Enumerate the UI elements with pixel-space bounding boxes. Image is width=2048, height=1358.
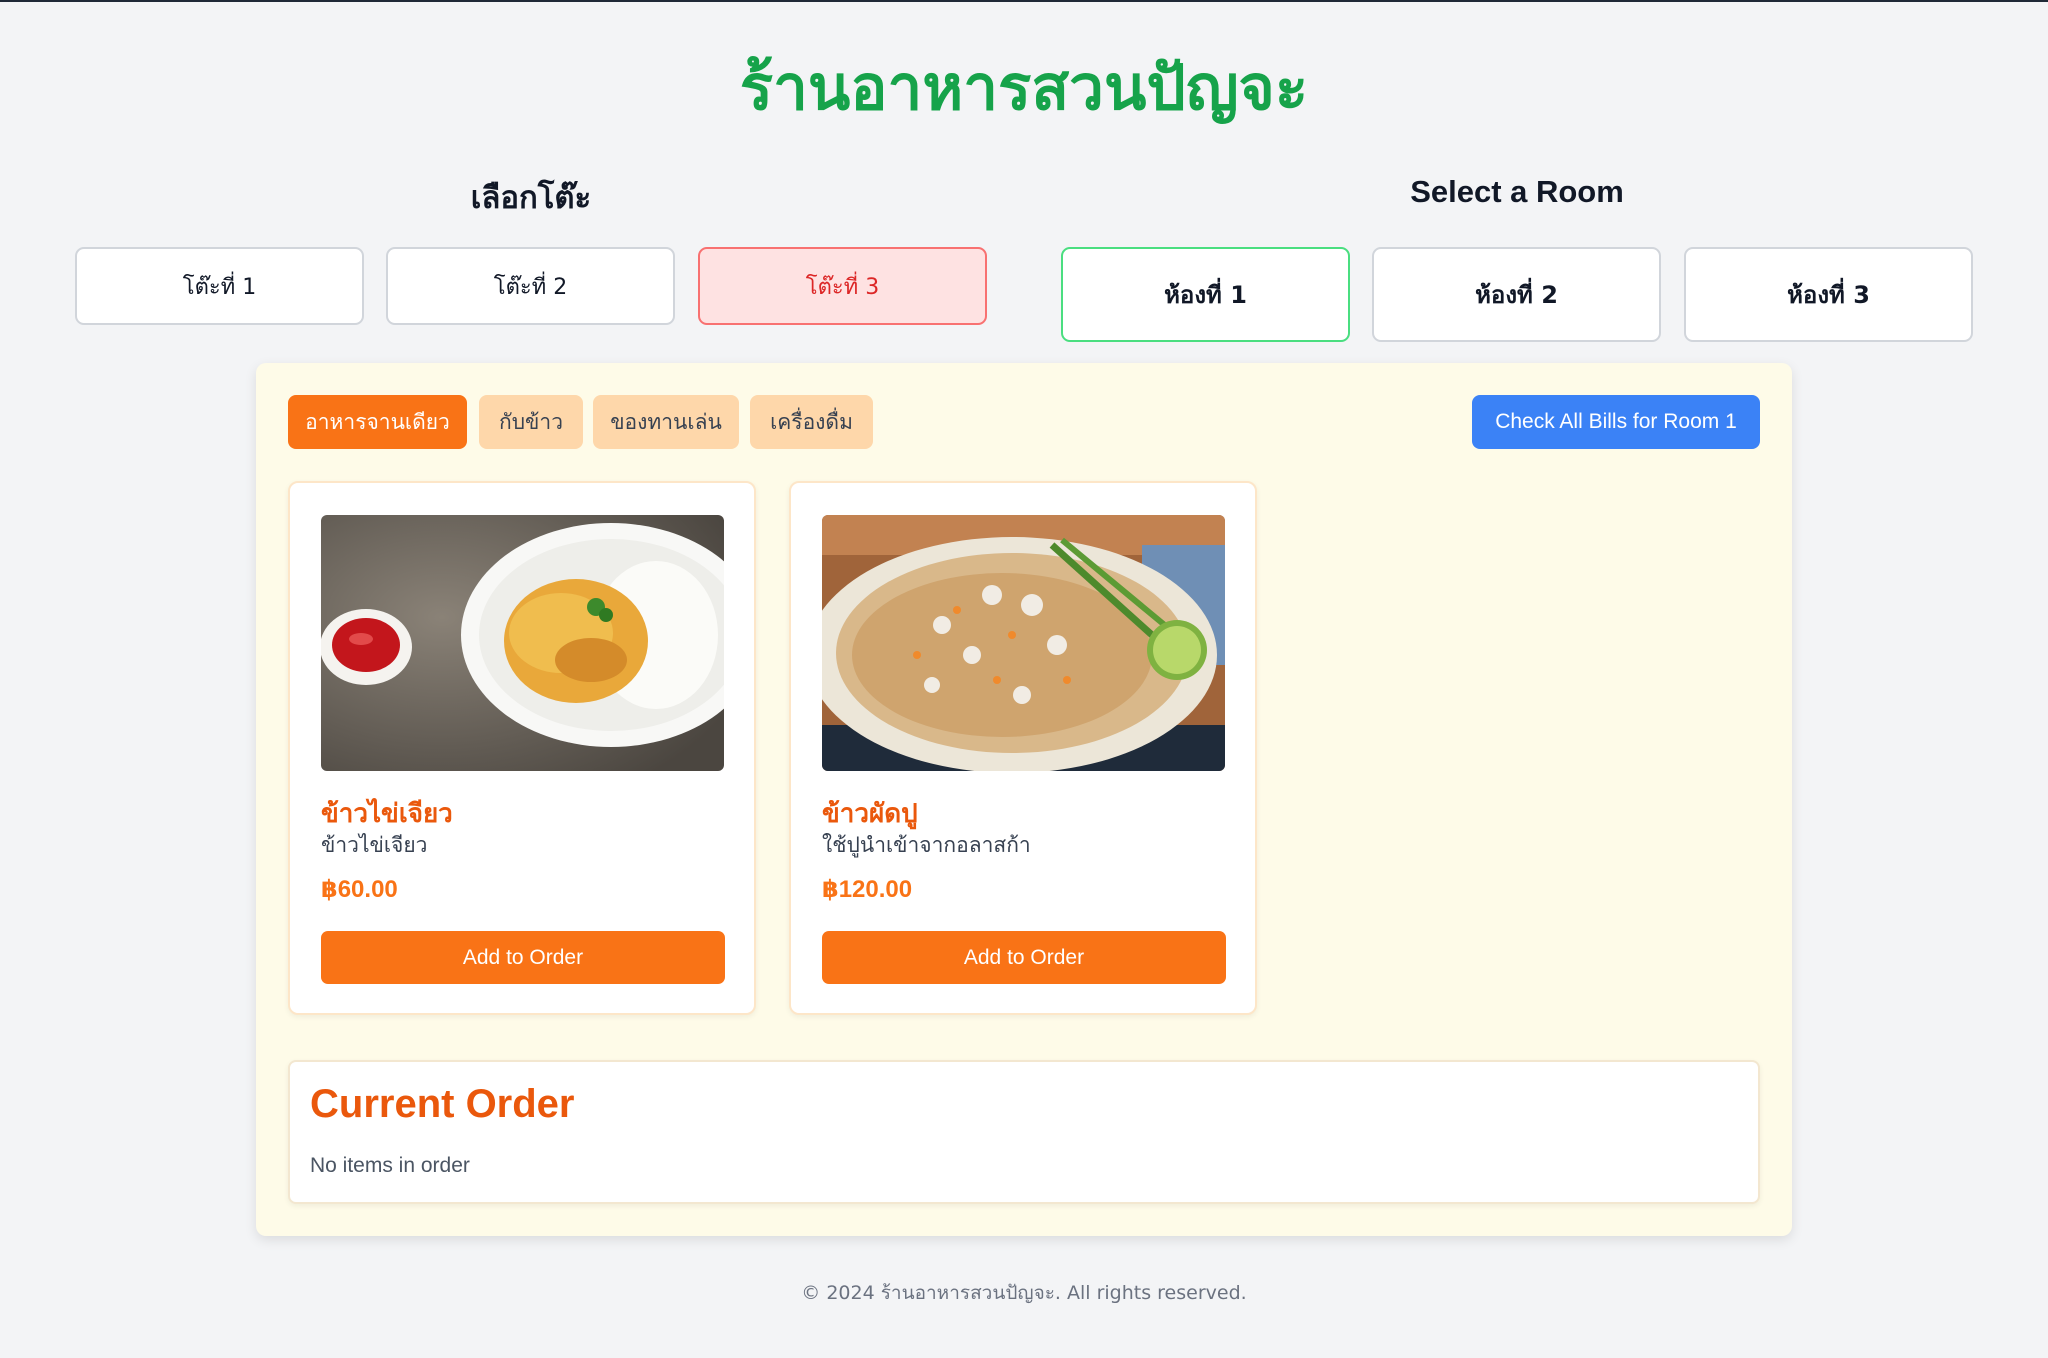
category-tab-drinks[interactable]: เครื่องดื่ม [750, 395, 873, 449]
menu-item-price: ฿60.00 [321, 876, 398, 903]
room-button-1[interactable]: ห้องที่ 1 [1061, 247, 1350, 342]
menu-item-name: ข้าวผัดปู [822, 799, 918, 829]
omelette-rice-photo [321, 515, 724, 771]
order-empty-message: No items in order [310, 1154, 470, 1177]
menu-card: ข้าวผัดปู ใช้ปูนำเข้าจากอลาสก้า ฿120.00 … [789, 481, 1257, 1015]
room-select-heading: Select a Room [1410, 174, 1624, 209]
menu-card: ข้าวไข่เจียว ข้าวไข่เจียว ฿60.00 Add to … [288, 481, 756, 1015]
add-to-order-button[interactable]: Add to Order [321, 931, 725, 984]
room-button-2[interactable]: ห้องที่ 2 [1372, 247, 1661, 342]
window-top-border [0, 0, 2048, 2]
menu-item-description: ข้าวไข่เจียว [321, 833, 428, 857]
add-to-order-button[interactable]: Add to Order [822, 931, 1226, 984]
table-select-heading: เลือกโต๊ะ [470, 180, 592, 215]
crab-fried-rice-photo [822, 515, 1225, 771]
site-title: ร้านอาหารสวนปัญจะ [739, 51, 1309, 124]
current-order-title: Current Order [310, 1082, 575, 1126]
menu-item-price: ฿120.00 [822, 876, 913, 903]
current-order-section: Current Order No items in order [288, 1060, 1760, 1204]
category-tab-snacks[interactable]: ของทานเล่น [593, 395, 739, 449]
check-all-bills-button[interactable]: Check All Bills for Room 1 [1472, 395, 1760, 449]
category-tab-single-dish[interactable]: อาหารจานเดียว [288, 395, 467, 449]
room-button-3[interactable]: ห้องที่ 3 [1684, 247, 1973, 342]
menu-item-name: ข้าวไข่เจียว [321, 799, 453, 829]
menu-item-description: ใช้ปูนำเข้าจากอลาสก้า [822, 833, 1031, 857]
table-button-2[interactable]: โต๊ะที่ 2 [386, 247, 675, 325]
footer-copyright: © 2024 ร้านอาหารสวนปัญจะ. All rights res… [801, 1282, 1247, 1304]
menu-panel: อาหารจานเดียว กับข้าว ของทานเล่น เครื่อง… [256, 363, 1792, 1236]
table-button-3[interactable]: โต๊ะที่ 3 [698, 247, 987, 325]
category-tab-side-dishes[interactable]: กับข้าว [479, 395, 583, 449]
table-button-1[interactable]: โต๊ะที่ 1 [75, 247, 364, 325]
